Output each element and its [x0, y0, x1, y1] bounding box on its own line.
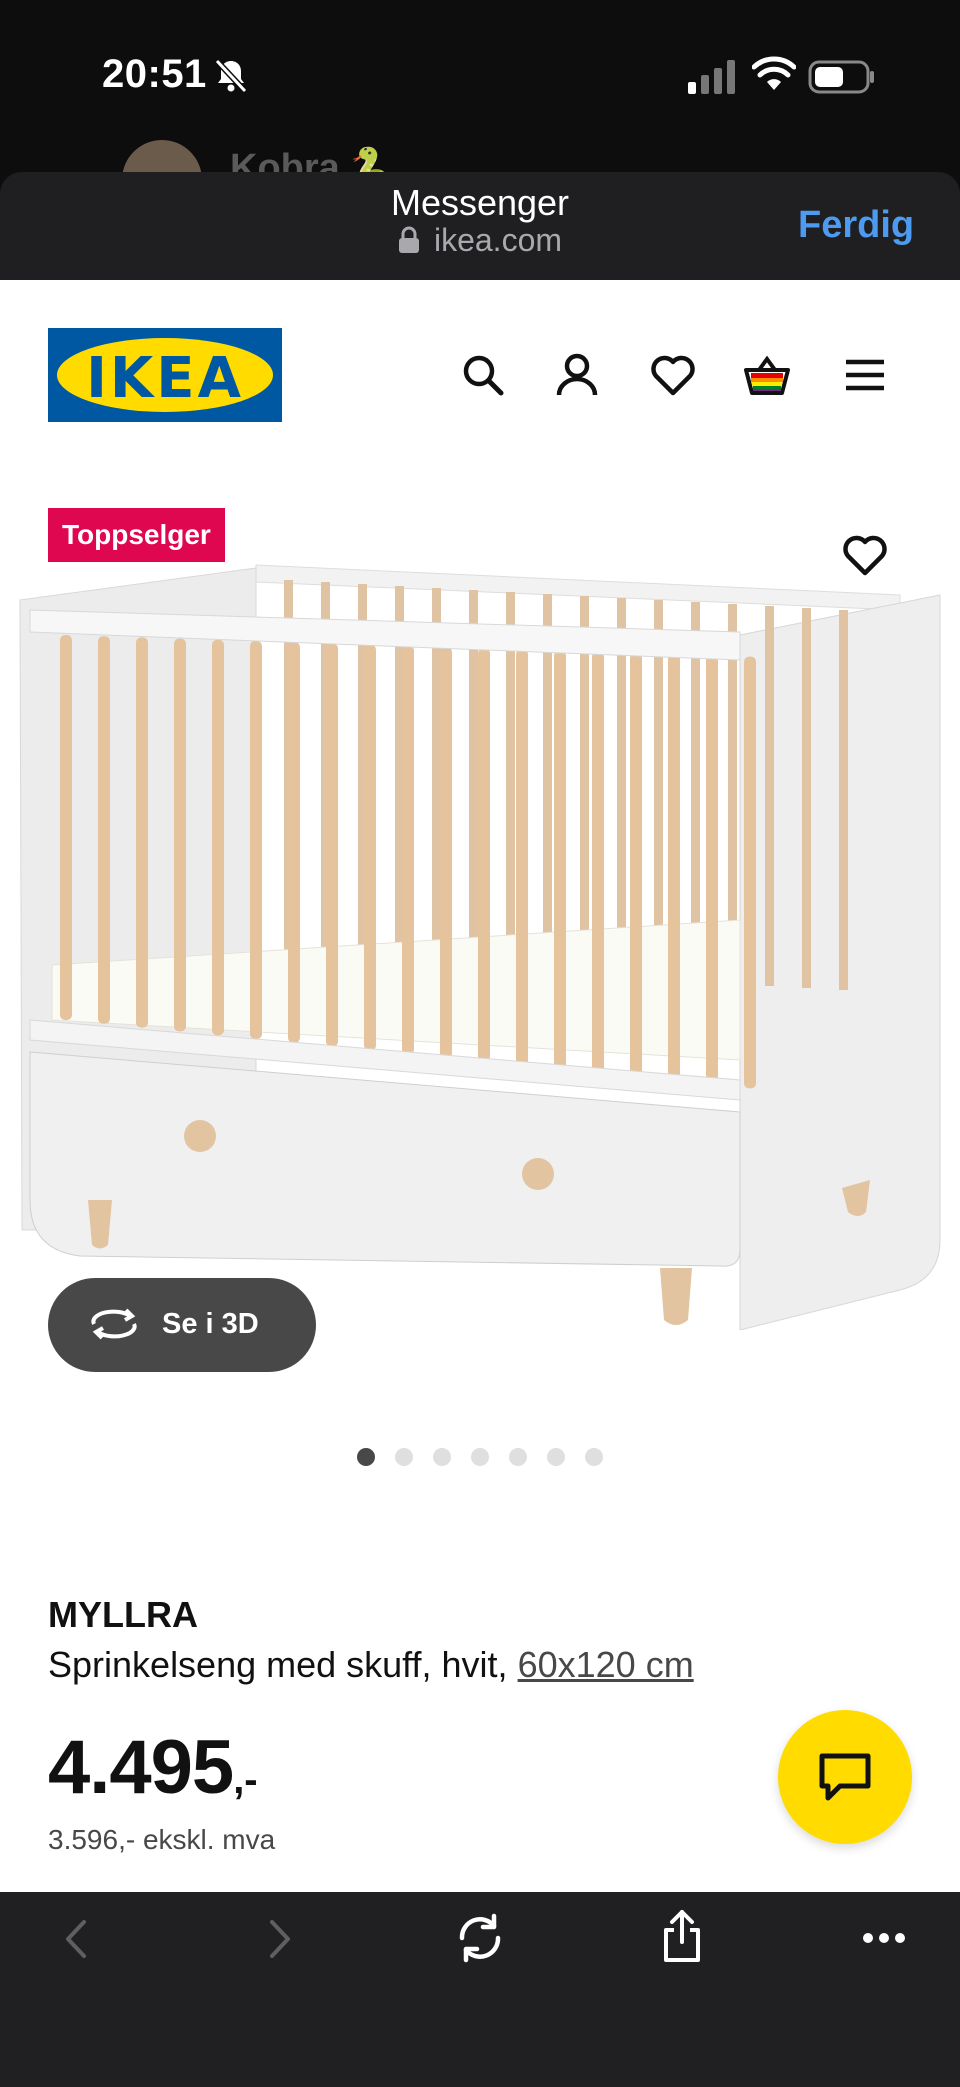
search-icon[interactable]: [458, 350, 508, 400]
logo-text: IKEA: [86, 346, 244, 411]
ikea-logo[interactable]: IKEA: [48, 328, 282, 422]
done-button[interactable]: Ferdig: [798, 204, 914, 247]
signal-icon: [688, 60, 735, 94]
account-icon[interactable]: [552, 350, 602, 400]
carousel-dot[interactable]: [509, 1448, 527, 1466]
carousel-dot[interactable]: [585, 1448, 603, 1466]
share-icon[interactable]: [660, 1908, 704, 1964]
carousel-dot[interactable]: [547, 1448, 565, 1466]
cart-icon[interactable]: [742, 350, 792, 400]
price-value: 4.495: [48, 1725, 234, 1810]
product-description-text: Sprinkelseng med skuff, hvit,: [48, 1644, 508, 1685]
lock-icon: [398, 226, 419, 253]
reload-icon[interactable]: [454, 1912, 506, 1964]
wifi-icon: [752, 56, 796, 90]
carousel-dot[interactable]: [357, 1448, 375, 1466]
chat-button[interactable]: [778, 1710, 912, 1844]
menu-icon[interactable]: [840, 350, 890, 400]
favorites-icon[interactable]: [648, 350, 698, 400]
view-in-3d-button[interactable]: Se i 3D: [48, 1278, 316, 1372]
view-in-3d-label: Se i 3D: [162, 1308, 259, 1340]
bell-off-icon: [214, 58, 248, 94]
bestseller-badge: Toppselger: [48, 508, 225, 562]
carousel-dot[interactable]: [395, 1448, 413, 1466]
product-image[interactable]: [0, 540, 960, 1330]
carousel-dot[interactable]: [433, 1448, 451, 1466]
rotate-3d-icon: [91, 1308, 137, 1340]
product-price: 4.495,-: [48, 1724, 258, 1811]
price-suffix: ,-: [233, 1758, 258, 1802]
more-icon[interactable]: [860, 1928, 908, 1948]
carousel-dots: [0, 1448, 960, 1472]
url-text: ikea.com: [433, 222, 563, 258]
heart-icon[interactable]: [840, 530, 890, 580]
forward-icon[interactable]: [260, 1914, 300, 1964]
status-time: 20:51: [102, 52, 207, 96]
product-description: Sprinkelseng med skuff, hvit, 60x120 cm: [48, 1644, 694, 1686]
chat-icon: [819, 1753, 871, 1801]
price-excl-vat: 3.596,- ekskl. mva: [48, 1824, 276, 1855]
back-icon[interactable]: [56, 1914, 96, 1964]
battery-icon: [808, 60, 874, 94]
product-size-link[interactable]: 60x120 cm: [518, 1644, 694, 1685]
product-name: MYLLRA: [48, 1594, 198, 1635]
carousel-dot[interactable]: [471, 1448, 489, 1466]
